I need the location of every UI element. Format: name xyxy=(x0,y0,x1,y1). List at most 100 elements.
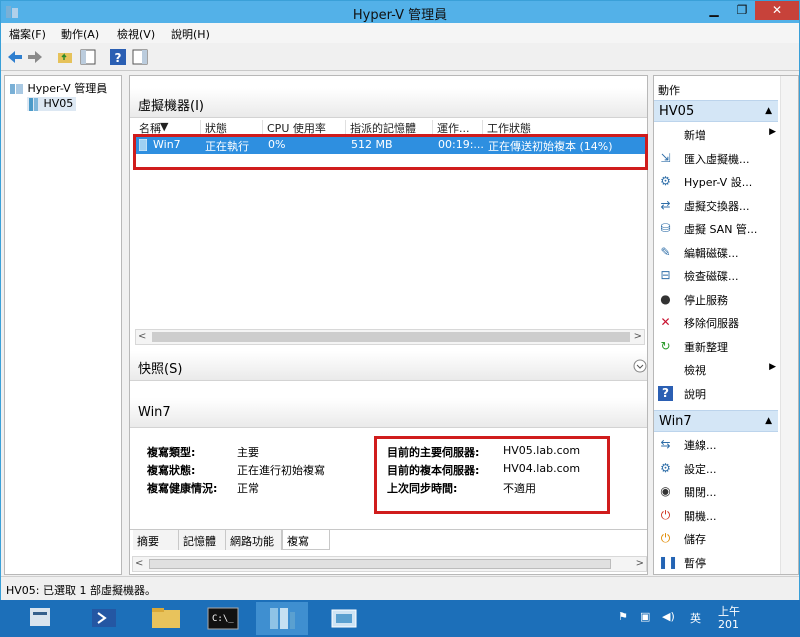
actions-group-server[interactable]: HV05 ▲ xyxy=(654,100,778,122)
snapshot-section-header[interactable]: 快照(S) xyxy=(130,351,647,381)
action-item[interactable]: ● 停止服務 xyxy=(654,288,778,311)
server-manager-taskbar-button[interactable] xyxy=(14,602,66,635)
action-item[interactable]: ⏻ 儲存 xyxy=(654,527,778,550)
up-folder-icon[interactable] xyxy=(56,48,74,66)
hyper-v-taskbar-button[interactable] xyxy=(256,602,308,635)
back-arrow-icon[interactable] xyxy=(6,48,24,66)
console-tree: Hyper-V 管理員 HV05 xyxy=(4,75,122,575)
detail-label: 複寫類型: xyxy=(147,446,196,459)
action-item[interactable]: ⏻ 關機... xyxy=(654,504,778,527)
status-bar: HV05: 已選取 1 部虛擬機器。 xyxy=(1,576,799,600)
detail-value: 主要 xyxy=(237,446,259,459)
actions-vscrollbar[interactable] xyxy=(780,76,798,574)
remove-icon: ✕ xyxy=(660,315,671,329)
tree-node-server[interactable]: HV05 xyxy=(27,97,77,111)
show-hide-tree-icon[interactable] xyxy=(79,48,97,66)
clock-date[interactable]: 201 xyxy=(718,618,739,631)
scroll-right-icon[interactable]: > xyxy=(634,331,642,342)
actions-group-vm[interactable]: Win7 ▲ xyxy=(654,410,778,432)
tray-flag-icon[interactable]: ⚑ xyxy=(618,610,628,623)
action-item-label: 移除伺服器 xyxy=(684,317,739,330)
action-item[interactable]: ⚙ Hyper-V 設... xyxy=(654,170,778,193)
vm-section-title: 虛擬機器(I) xyxy=(138,99,204,114)
file-explorer-taskbar-button[interactable] xyxy=(140,602,192,635)
maximize-button[interactable]: ❐ xyxy=(729,1,755,20)
action-item[interactable]: 檢視 ▶ xyxy=(654,358,778,381)
action-item-label: 虛擬交換器... xyxy=(684,199,750,213)
action-item[interactable]: ✎ 編輯磁碟... xyxy=(654,241,778,264)
action-item[interactable]: ✕ 移除伺服器 xyxy=(654,311,778,334)
action-item[interactable]: ⇄ 虛擬交換器... xyxy=(654,194,778,217)
scroll-thumb[interactable] xyxy=(149,559,611,569)
menu-file[interactable]: 檔案(F) xyxy=(9,26,46,42)
action-item[interactable]: ◉ 關閉... xyxy=(654,480,778,503)
action-item[interactable]: ⚙ 設定... xyxy=(654,457,778,480)
action-item[interactable]: ↻ 重新整理 xyxy=(654,335,778,358)
tab-memory[interactable]: 記憶體 xyxy=(179,530,226,550)
action-item[interactable]: ⊟ 檢查磁碟... xyxy=(654,264,778,287)
scroll-thumb[interactable] xyxy=(152,332,630,342)
action-item[interactable]: ⛁ 虛擬 SAN 管... xyxy=(654,217,778,240)
hyper-v-manager-window: Hyper-V 管理員 ▁ ❐ ✕ 檔案(F) 動作(A) 檢視(V) 說明(H… xyxy=(0,0,800,600)
action-item[interactable]: ❚❚ 暫停 xyxy=(654,551,778,574)
save-icon: ⏻ xyxy=(660,531,671,545)
show-action-pane-icon[interactable] xyxy=(131,48,149,66)
connect-icon: ⇆ xyxy=(660,437,671,451)
server-manager-icon xyxy=(30,608,50,626)
san-icon: ⛁ xyxy=(660,221,671,235)
detail-hscrollbar[interactable]: < > xyxy=(132,556,647,572)
detail-value: 正常 xyxy=(237,482,259,495)
cmd-taskbar-button[interactable]: C:\_ xyxy=(198,602,250,635)
import-icon: ⇲ xyxy=(660,150,671,165)
actions-title: 動作 xyxy=(658,84,680,97)
tab-replication[interactable]: 複寫 xyxy=(282,530,330,550)
spacer-icon xyxy=(658,362,673,377)
action-item-label: 新增 xyxy=(684,129,706,142)
scroll-left-icon[interactable]: < xyxy=(138,331,146,342)
detail-label: 複寫健康情況: xyxy=(147,482,218,495)
shutdown-icon: ⏻ xyxy=(660,507,671,522)
input-language[interactable]: 英 xyxy=(690,610,701,626)
collapse-up-icon[interactable]: ▲ xyxy=(765,106,772,116)
turn-off-icon: ◉ xyxy=(660,484,671,498)
action-item-label: 虛擬 SAN 管... xyxy=(684,223,758,236)
action-item[interactable]: ? 說明 xyxy=(654,382,778,405)
action-item-label: 檢查磁碟... xyxy=(684,270,739,283)
tray-network-icon[interactable]: ▣ xyxy=(640,610,650,623)
vm-connection-taskbar-button[interactable] xyxy=(318,602,370,635)
detail-section-header: Win7 xyxy=(130,398,647,428)
window-title: Hyper-V 管理員 xyxy=(352,8,448,23)
vm-connect-icon xyxy=(331,609,357,628)
action-item[interactable]: ⇆ 連線... xyxy=(654,433,778,456)
refresh-icon: ↻ xyxy=(660,338,671,353)
help-icon[interactable]: ? xyxy=(109,48,127,66)
title-bar[interactable]: Hyper-V 管理員 ▁ ❐ ✕ xyxy=(1,1,799,23)
action-item-label: 重新整理 xyxy=(684,340,728,354)
collapse-up-icon[interactable]: ▲ xyxy=(765,416,772,426)
menu-help[interactable]: 說明(H) xyxy=(171,26,210,42)
minimize-button[interactable]: ▁ xyxy=(701,1,727,20)
scroll-left-icon[interactable]: < xyxy=(135,558,143,569)
close-button[interactable]: ✕ xyxy=(755,1,799,20)
folder-icon xyxy=(152,608,180,628)
scroll-right-icon[interactable]: > xyxy=(636,558,644,569)
tree-node-root[interactable]: Hyper-V 管理員 xyxy=(10,80,107,96)
svg-text:C:\_: C:\_ xyxy=(212,614,234,624)
expand-chevron-icon[interactable] xyxy=(633,359,647,373)
actions-group-vm-label: Win7 xyxy=(659,414,692,429)
tab-summary[interactable]: 摘要 xyxy=(133,530,179,550)
vm-list-hscrollbar[interactable]: < > xyxy=(135,329,645,345)
action-item[interactable]: ⇲ 匯入虛擬機... xyxy=(654,147,778,170)
tab-networking[interactable]: 網路功能 xyxy=(226,530,282,550)
action-item-label: 檢視 xyxy=(684,364,706,377)
menu-view[interactable]: 檢視(V) xyxy=(117,26,155,42)
actions-group-server-label: HV05 xyxy=(659,104,695,119)
tray-volume-icon[interactable]: ◀) xyxy=(662,610,675,623)
taskbar: C:\_ ⚑ ▣ ◀) 英 上午 201 xyxy=(0,600,800,637)
menu-action[interactable]: 動作(A) xyxy=(61,26,99,42)
clock-time[interactable]: 上午 xyxy=(718,603,740,619)
forward-arrow-icon[interactable] xyxy=(26,48,44,66)
powershell-taskbar-button[interactable] xyxy=(78,602,130,635)
action-item[interactable]: 新增 ▶ xyxy=(654,123,778,146)
action-item-label: 關閉... xyxy=(684,486,717,499)
